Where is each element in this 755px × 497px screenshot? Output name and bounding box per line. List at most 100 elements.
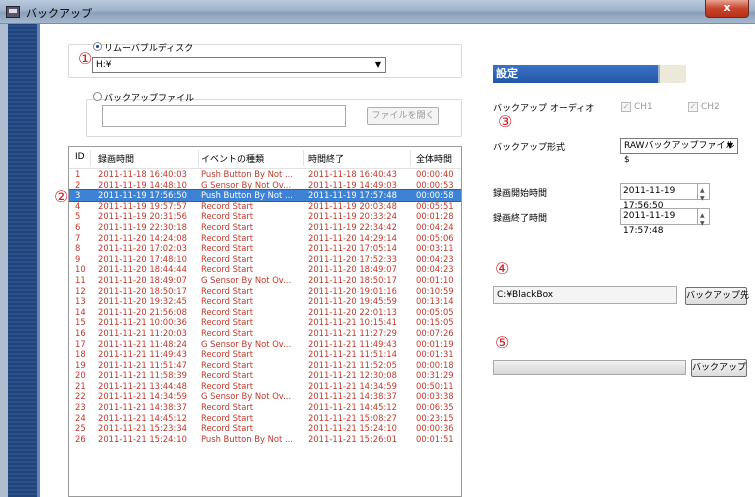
- marker-2: ②: [54, 187, 69, 206]
- ch1-checkbox[interactable]: ✓: [621, 102, 631, 112]
- table-cell: Record Start: [201, 359, 254, 370]
- table-cell: Push Button By Not ...: [201, 169, 293, 179]
- table-cell: 2011-11-19 22:34:42: [308, 221, 397, 232]
- table-cell: 2011-11-20 21:56:08: [98, 306, 187, 317]
- table-row[interactable]: 24 2011-11-21 14:45:12 Record Start 2011-11…: [69, 413, 461, 424]
- table-cell: G Sensor By Not Ov...: [201, 274, 292, 285]
- table-cell: 2011-11-20 17:52:33: [308, 253, 397, 264]
- table-cell: 13: [75, 296, 86, 307]
- table-cell: Record Start: [201, 370, 254, 381]
- table-row[interactable]: 8 2011-11-20 17:02:03 Record Start 2011-11-…: [69, 243, 461, 254]
- table-cell: 2011-11-21 15:23:34: [98, 423, 187, 434]
- table-row[interactable]: 6 2011-11-19 22:30:18 Record Start 2011-11-…: [69, 222, 461, 233]
- backup-format-select[interactable]: RAWバックアップファイル$ ▼: [620, 138, 738, 165]
- table-cell: Record Start: [201, 327, 254, 338]
- table-cell: 11: [75, 274, 86, 285]
- table-row[interactable]: 5 2011-11-19 20:31:56 Record Start 2011-11-…: [69, 211, 461, 222]
- table-cell: Record Start: [201, 232, 254, 243]
- table-cell: G Sensor By Not Ov...: [201, 179, 292, 190]
- table-row[interactable]: 19 2011-11-21 11:51:47 Record Start 2011-11…: [69, 360, 461, 371]
- table-cell: 18: [75, 349, 86, 360]
- table-row[interactable]: 15 2011-11-21 10:00:36 Record Start 2011-11…: [69, 317, 461, 328]
- table-row[interactable]: 10 2011-11-20 18:44:44 Record Start 2011-11…: [69, 264, 461, 275]
- ch2-checkbox[interactable]: ✓: [688, 102, 698, 112]
- table-cell: 00:01:51: [416, 433, 454, 444]
- table-cell: 2011-11-18 16:40:43: [308, 169, 397, 179]
- record-start-input[interactable]: 2011-11-19 17:56:50: [620, 183, 710, 211]
- backup-file-radio[interactable]: [93, 92, 102, 101]
- table-cell: 23: [75, 402, 86, 413]
- removable-disk-radio[interactable]: [93, 42, 102, 51]
- table-row[interactable]: 13 2011-11-20 19:32:45 Record Start 2011-11…: [69, 296, 461, 307]
- table-row[interactable]: 20 2011-11-21 11:58:39 Record Start 2011-11…: [69, 370, 461, 381]
- table-row[interactable]: 3 2011-11-19 17:56:50 Push Button By Not .…: [69, 189, 461, 202]
- table-cell: 2011-11-21 11:51:47: [98, 359, 187, 370]
- close-button[interactable]: x: [705, 0, 749, 18]
- table-row[interactable]: 11 2011-11-20 18:49:07 G Sensor By Not Ov.…: [69, 275, 461, 286]
- table-cell: 2: [75, 179, 81, 190]
- table-cell: 12: [75, 285, 86, 296]
- table-row[interactable]: 14 2011-11-20 21:56:08 Record Start 2011-11…: [69, 307, 461, 318]
- table-row[interactable]: 1 2011-11-18 16:40:03 Push Button By Not .…: [69, 169, 461, 180]
- table-cell: 00:50:11: [416, 380, 454, 391]
- table-cell: 2011-11-21 14:45:12: [308, 402, 397, 413]
- table-cell: 6: [75, 221, 81, 232]
- open-file-button[interactable]: ファイルを開く: [367, 107, 439, 125]
- table-cell: 2011-11-21 11:20:03: [98, 327, 187, 338]
- record-start-spinner[interactable]: [697, 183, 709, 206]
- record-end-spinner[interactable]: [697, 208, 709, 231]
- col-event-type[interactable]: イベントの種類: [201, 152, 264, 165]
- table-cell: 2011-11-20 19:32:45: [98, 296, 187, 307]
- marker-1: ①: [78, 49, 93, 68]
- table-row[interactable]: 22 2011-11-21 14:34:59 G Sensor By Not Ov.…: [69, 391, 461, 402]
- table-row[interactable]: 26 2011-11-21 15:24:10 Push Button By Not …: [69, 434, 461, 445]
- table-row[interactable]: 7 2011-11-20 14:24:08 Record Start 2011-11-…: [69, 233, 461, 244]
- table-row[interactable]: 12 2011-11-20 18:50:17 Record Start 2011-11…: [69, 286, 461, 297]
- ch2-label: CH2: [701, 102, 720, 112]
- table-row[interactable]: 23 2011-11-21 14:38:37 Record Start 2011-11…: [69, 402, 461, 413]
- table-cell: Push Button By Not ...: [201, 433, 293, 444]
- col-total-time[interactable]: 全体時間: [416, 152, 452, 165]
- table-row[interactable]: 9 2011-11-20 17:48:10 Record Start 2011-11-…: [69, 254, 461, 265]
- table-cell: 2011-11-20 18:50:17: [98, 285, 187, 296]
- table-cell: 2011-11-20 17:05:14: [308, 243, 397, 254]
- table-cell: 2011-11-20 18:49:07: [308, 264, 397, 275]
- table-row[interactable]: 25 2011-11-21 15:23:34 Record Start 2011-11…: [69, 423, 461, 434]
- record-end-value: 2011-11-19 17:57:48: [623, 211, 676, 236]
- destination-path-input[interactable]: C:¥BlackBox: [493, 286, 677, 304]
- table-cell: 2011-11-21 11:49:43: [308, 338, 397, 349]
- table-cell: 00:00:58: [416, 190, 454, 201]
- table-cell: 26: [75, 433, 86, 444]
- table-cell: 2011-11-21 11:52:05: [308, 359, 397, 370]
- table-row[interactable]: 2 2011-11-19 14:48:10 G Sensor By Not Ov..…: [69, 180, 461, 191]
- table-cell: 2011-11-21 15:08:27: [308, 412, 397, 423]
- col-end-time[interactable]: 時間終了: [308, 152, 344, 165]
- table-cell: 2011-11-20 17:48:10: [98, 253, 187, 264]
- table-row[interactable]: 16 2011-11-21 11:20:03 Record Start 2011-11…: [69, 328, 461, 339]
- recording-list[interactable]: ID 録画時間 イベントの種類 時間終了 全体時間 1 2011-11-18 16…: [68, 146, 462, 497]
- table-row[interactable]: 18 2011-11-21 11:49:43 Record Start 2011-11…: [69, 349, 461, 360]
- table-cell: 2011-11-20 18:49:07: [98, 274, 187, 285]
- title-bar: バックアップ x: [0, 0, 755, 24]
- backup-destination-button[interactable]: バックアップ先: [685, 287, 749, 305]
- left-decorative-strip: [0, 24, 40, 497]
- record-end-input[interactable]: 2011-11-19 17:57:48: [620, 208, 710, 236]
- backup-file-path-input[interactable]: [102, 105, 346, 127]
- table-cell: Record Start: [201, 402, 254, 413]
- table-cell: Record Start: [201, 306, 254, 317]
- table-cell: Record Start: [201, 285, 254, 296]
- drive-select[interactable]: H:¥ ▼: [92, 57, 386, 73]
- table-cell: 24: [75, 412, 86, 423]
- table-cell: 00:06:35: [416, 402, 454, 413]
- col-record-time[interactable]: 録画時間: [98, 152, 134, 165]
- table-row[interactable]: 4 2011-11-19 19:57:57 Record Start 2011-11-…: [69, 201, 461, 212]
- table-row[interactable]: 17 2011-11-21 11:48:24 G Sensor By Not Ov.…: [69, 339, 461, 350]
- table-cell: 2011-11-19 14:49:03: [308, 179, 397, 190]
- chevron-down-icon: ▼: [374, 60, 381, 69]
- table-cell: G Sensor By Not Ov...: [201, 338, 292, 349]
- backup-button[interactable]: バックアップ: [691, 359, 747, 377]
- table-row[interactable]: 21 2011-11-21 13:44:48 Record Start 2011-11…: [69, 381, 461, 392]
- list-body: 1 2011-11-18 16:40:03 Push Button By Not .…: [69, 169, 461, 444]
- col-id[interactable]: ID: [75, 152, 85, 162]
- table-cell: 7: [75, 232, 81, 243]
